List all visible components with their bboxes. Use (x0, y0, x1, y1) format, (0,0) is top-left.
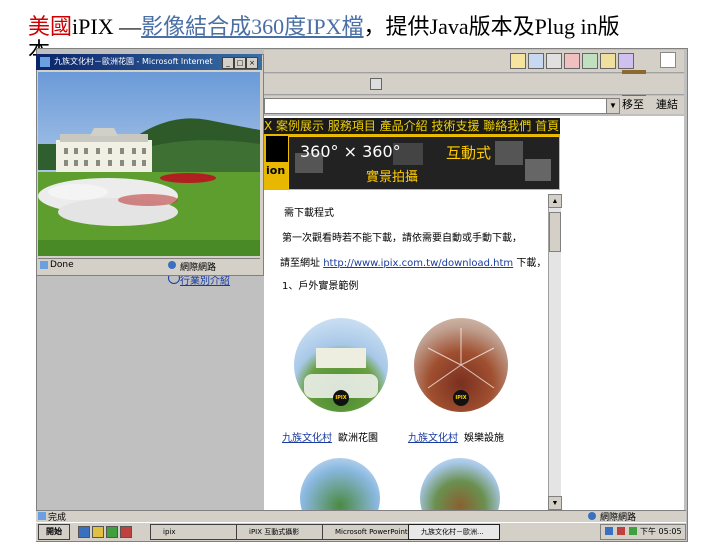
site-logo (266, 136, 288, 162)
pano-thumb-garden[interactable]: IPIX (294, 318, 388, 412)
minimize-icon[interactable]: _ (222, 57, 234, 69)
task-button-4[interactable]: 九族文化村－歐洲... (408, 524, 500, 540)
taskbar-clock: 下午 05:05 (640, 527, 682, 536)
address-input[interactable] (264, 98, 612, 114)
go-button[interactable]: 移至 (622, 98, 650, 112)
popup-status-done: Done (50, 260, 74, 270)
scroll-up-icon[interactable]: ▲ (548, 194, 562, 208)
window-close-icon[interactable] (660, 52, 676, 68)
thumb-1-tail: 歐洲花園 (338, 433, 378, 444)
content-line-3-suffix: 下載， (513, 258, 547, 269)
task-button-3[interactable]: Microsoft PowerPoint (322, 524, 414, 540)
title-red-text: 美國 (28, 14, 73, 39)
popup-title: 九族文化村－歐洲花園 - Microsoft Internet Explorer (54, 57, 214, 66)
banner-360-text: 360° × 360° (300, 142, 401, 161)
address-dropdown-icon[interactable]: ▼ (606, 98, 620, 114)
content-line-1: 需下載程式 (284, 208, 334, 219)
ie-links-bar (264, 74, 684, 95)
start-button[interactable]: 開始 (38, 524, 70, 540)
ipix-badge-icon-2: IPIX (453, 390, 469, 406)
toolbar-icon-1[interactable] (510, 53, 526, 69)
scrollbar-thumb[interactable] (549, 212, 561, 252)
title-tail-text: ，提供Java版本及Plug in版 (363, 14, 620, 39)
thumb-2-link[interactable]: 九族文化村 (408, 433, 458, 444)
quicklaunch-ie-icon[interactable] (78, 526, 90, 538)
content-line-3: 請至網址 http://www.ipix.com.tw/download.htm… (280, 253, 546, 271)
toolbar-icon-2[interactable] (528, 53, 544, 69)
quicklaunch-app-icon[interactable] (120, 526, 132, 538)
quicklaunch-desktop-icon[interactable] (106, 526, 118, 538)
task-button-1[interactable]: ipix (150, 524, 242, 540)
building-shape (316, 348, 366, 368)
page-icon (40, 261, 48, 269)
content-line-2: 第一次觀看時若不能下載，請依需要自動或手動下載， (282, 233, 522, 244)
banner-subtitle: 實景拍攝 (366, 170, 419, 185)
site-nav-bar[interactable]: X 案例展示 服務項目 產品介紹 技術支援 聯絡我們 首頁 (264, 118, 560, 134)
ipix-badge-icon: IPIX (333, 390, 349, 406)
banner-ion-text: ion (266, 164, 286, 177)
links-button[interactable]: 連結 » (656, 98, 684, 125)
maximize-icon[interactable]: □ (234, 57, 246, 69)
ie-toolbar (264, 50, 684, 73)
thumb-2-tail: 娛樂設施 (464, 433, 504, 444)
tray-network-icon[interactable] (605, 527, 613, 535)
toolbar-icon-5[interactable] (582, 53, 598, 69)
thumb-1-caption: 九族文化村 歐洲花園 (282, 428, 378, 446)
slide-title: 美國iPIX —影像結合成360度IPX檔，提供Java版本及Plug in版 (28, 14, 708, 40)
title-link[interactable]: 影像結合成360度IPX檔 (141, 14, 363, 39)
popup-status-zone: 網際網路 (180, 263, 217, 273)
banner-interactive-text: 互動式 (446, 144, 492, 162)
close-icon[interactable]: × (246, 57, 258, 69)
status-zone-icon (588, 512, 596, 520)
internet-zone-icon (168, 261, 176, 269)
panorama-viewer[interactable] (38, 72, 260, 256)
content-line-3-prefix: 請至網址 (280, 258, 324, 269)
thumb-1-link[interactable]: 九族文化村 (282, 433, 332, 444)
status-page-icon (38, 512, 46, 520)
toolbar-icon-3[interactable] (546, 53, 562, 69)
tray-app-icon[interactable] (629, 527, 637, 535)
task-button-2[interactable]: iPIX 互動式攝影 (236, 524, 328, 540)
thumb-2-caption: 九族文化村 娛樂設施 (408, 428, 504, 446)
content-line-4: 1、戶外實景範例 (282, 281, 359, 292)
scroll-down-icon[interactable]: ▼ (548, 496, 562, 510)
pano-thumb-ride[interactable]: IPIX (414, 318, 508, 412)
title-rest-text: iPIX — (72, 14, 142, 39)
links-icon[interactable] (370, 78, 382, 90)
quicklaunch-folder-icon[interactable] (92, 526, 104, 538)
download-link[interactable]: http://www.ipix.com.tw/download.htm (323, 258, 513, 269)
toolbar-icon-4[interactable] (564, 53, 580, 69)
toolbar-icon-7[interactable] (618, 53, 634, 69)
tray-volume-icon[interactable] (617, 527, 625, 535)
ie-window-icon (40, 57, 50, 67)
toolbar-icon-6[interactable] (600, 53, 616, 69)
